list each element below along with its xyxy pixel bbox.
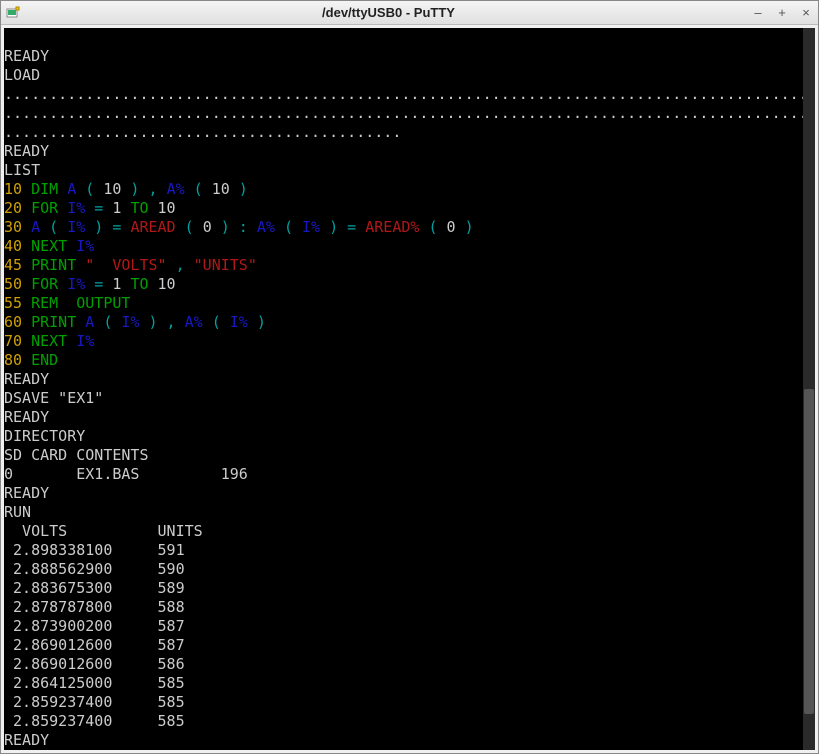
titlebar[interactable]: /dev/ttyUSB0 - PuTTY – + × bbox=[1, 1, 818, 25]
ready-line: READY bbox=[4, 142, 49, 160]
ready-line: READY bbox=[4, 484, 49, 502]
run-cmd: RUN bbox=[4, 503, 31, 521]
output-row: 2.869012600 587 bbox=[4, 636, 185, 654]
output-row: 2.888562900 590 bbox=[4, 560, 185, 578]
close-button[interactable]: × bbox=[798, 5, 814, 20]
ready-line: READY bbox=[4, 408, 49, 426]
terminal-area[interactable]: READY LOAD .............................… bbox=[4, 28, 815, 750]
output-row: 2.898338100 591 bbox=[4, 541, 185, 559]
output-row: 2.859237400 585 bbox=[4, 693, 185, 711]
output-row: 2.883675300 589 bbox=[4, 579, 185, 597]
code-line: 30 A ( I% ) = AREAD ( 0 ) : A% ( I% ) = … bbox=[4, 218, 474, 236]
sdcard-header: SD CARD CONTENTS bbox=[4, 446, 149, 464]
scrollbar-thumb[interactable] bbox=[804, 389, 814, 714]
output-row: 2.873900200 587 bbox=[4, 617, 185, 635]
ready-line: READY bbox=[4, 370, 49, 388]
dots-line: ........................................… bbox=[4, 104, 815, 122]
output-row: 2.864125000 585 bbox=[4, 674, 185, 692]
dsave-cmd: DSAVE "EX1" bbox=[4, 389, 103, 407]
window-buttons: – + × bbox=[750, 5, 814, 20]
window-title: /dev/ttyUSB0 - PuTTY bbox=[27, 5, 750, 20]
output-row: 2.869012600 586 bbox=[4, 655, 185, 673]
putty-window: /dev/ttyUSB0 - PuTTY – + × READY LOAD ..… bbox=[0, 0, 819, 754]
load-cmd: LOAD bbox=[4, 66, 40, 84]
code-line: 10 DIM A ( 10 ) , A% ( 10 ) bbox=[4, 180, 248, 198]
dots-line: ........................................… bbox=[4, 123, 401, 141]
code-line: 70 NEXT I% bbox=[4, 332, 94, 350]
dots-line: ........................................… bbox=[4, 85, 815, 103]
output-row: 2.859237400 585 bbox=[4, 712, 185, 730]
ready-line: READY bbox=[4, 731, 49, 749]
code-line: 45 PRINT " VOLTS" , "UNITS" bbox=[4, 256, 257, 274]
ready-line: READY bbox=[4, 47, 49, 65]
code-line: 50 FOR I% = 1 TO 10 bbox=[4, 275, 176, 293]
code-line: 55 REM OUTPUT bbox=[4, 294, 130, 312]
output-row: 2.878787800 588 bbox=[4, 598, 185, 616]
output-header: VOLTS UNITS bbox=[4, 522, 203, 540]
terminal-content: READY LOAD .............................… bbox=[4, 28, 815, 750]
list-cmd: LIST bbox=[4, 161, 40, 179]
scrollbar[interactable] bbox=[803, 28, 815, 750]
code-line: 80 END bbox=[4, 351, 58, 369]
code-line: 20 FOR I% = 1 TO 10 bbox=[4, 199, 176, 217]
app-icon bbox=[5, 5, 21, 21]
maximize-button[interactable]: + bbox=[774, 5, 790, 20]
file-entry: 0 EX1.BAS 196 bbox=[4, 465, 248, 483]
code-line: 60 PRINT A ( I% ) , A% ( I% ) bbox=[4, 313, 266, 331]
minimize-button[interactable]: – bbox=[750, 5, 766, 20]
code-line: 40 NEXT I% bbox=[4, 237, 94, 255]
directory-cmd: DIRECTORY bbox=[4, 427, 85, 445]
